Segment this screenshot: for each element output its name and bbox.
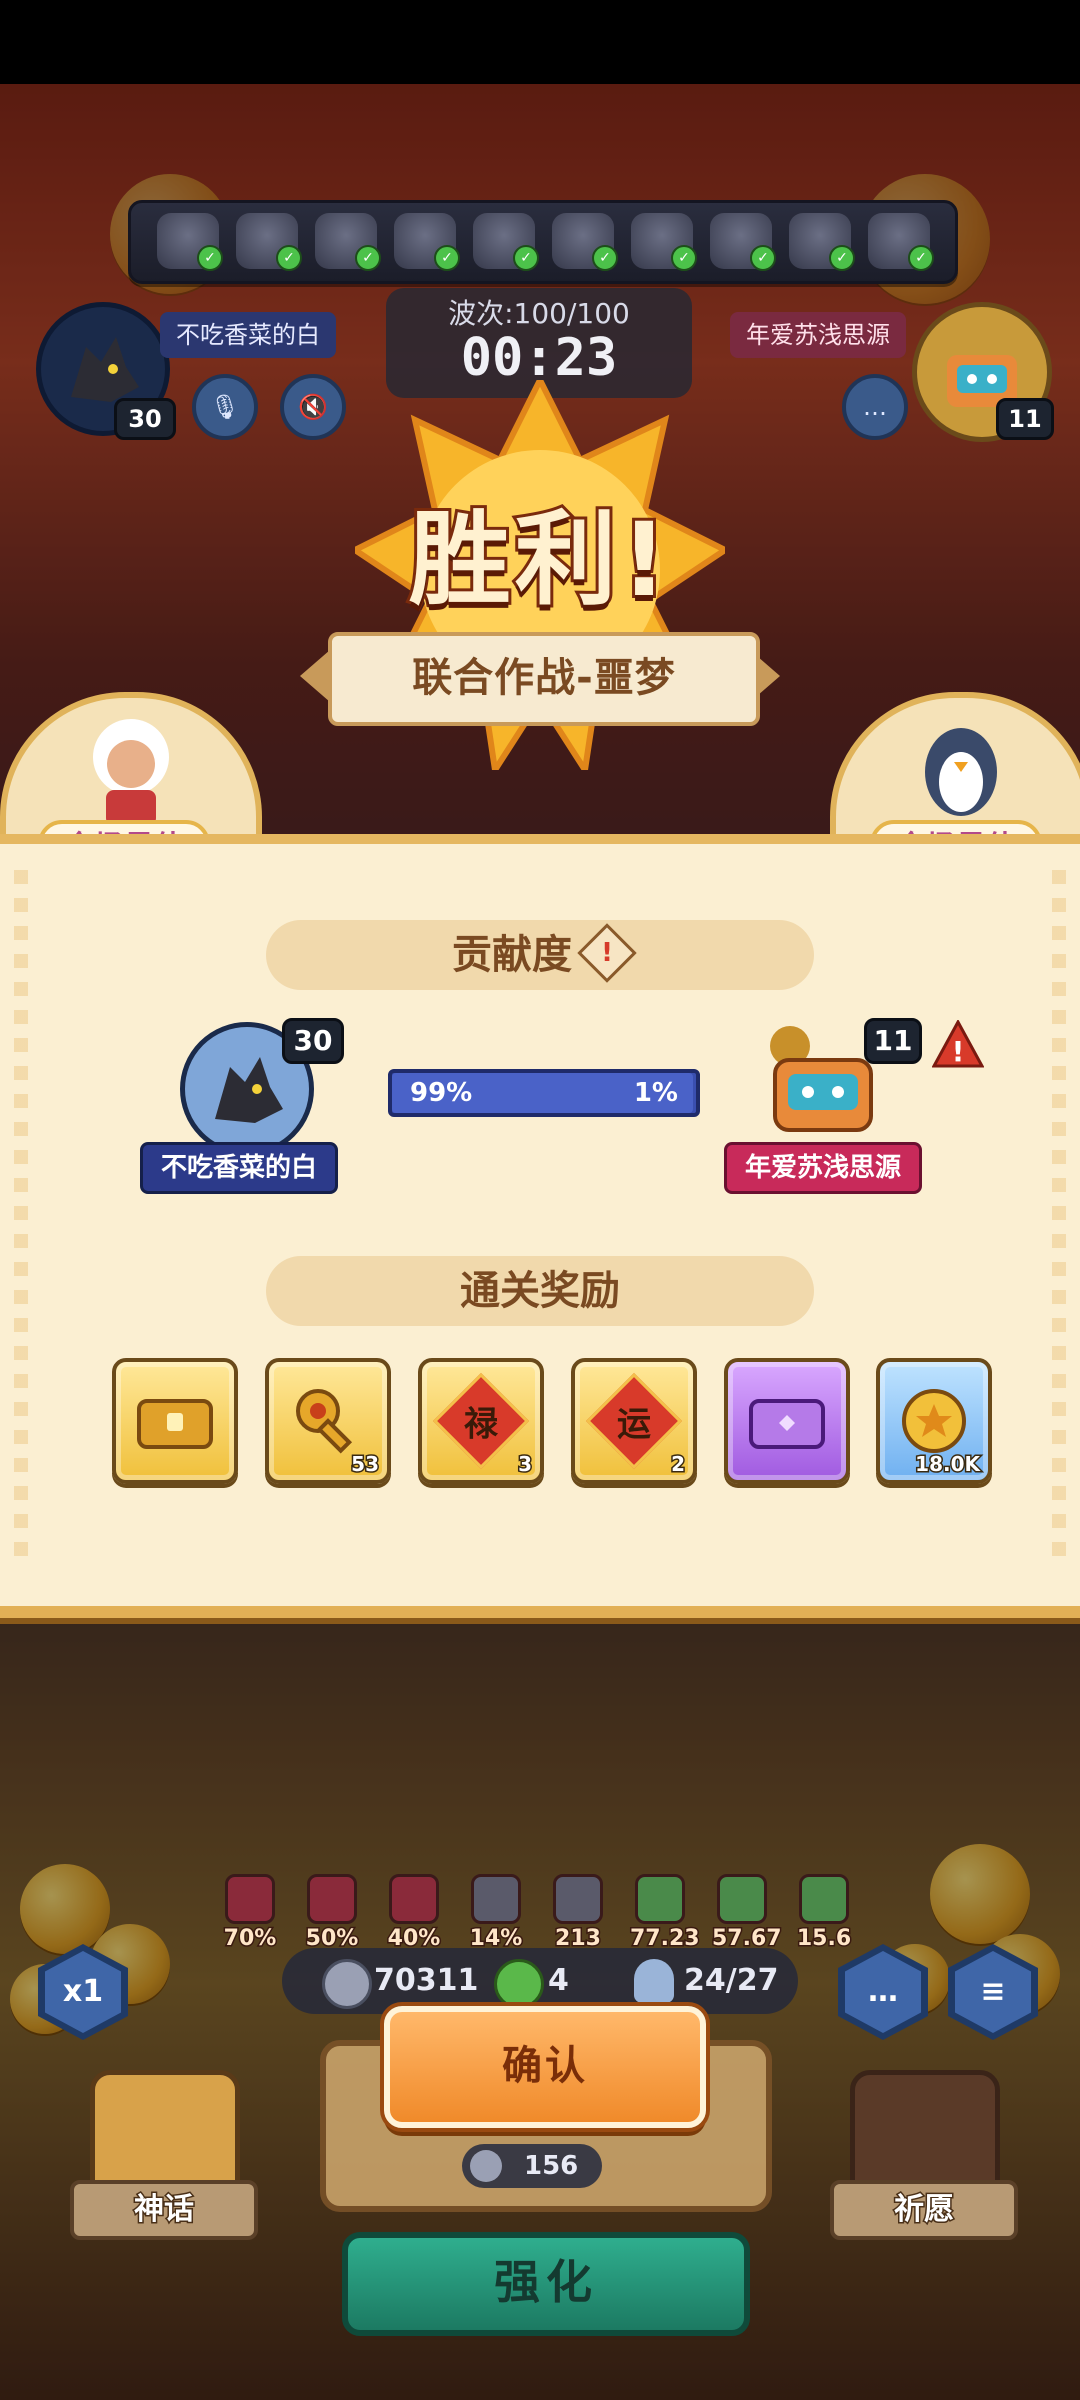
reward-glyph: 运 (617, 1404, 651, 1445)
stat-item: 40% (384, 1874, 444, 1953)
wave-label: 波次: (448, 297, 514, 330)
hero-slot: ✓ (394, 213, 460, 271)
purple-chest-icon (749, 1399, 825, 1449)
warning-triangle-icon[interactable]: ! (932, 1020, 984, 1068)
cost-pill: 156 (462, 2144, 602, 2188)
stat-value: 15.6 (795, 1925, 852, 1953)
contrib-right-level: 11 (864, 1018, 922, 1064)
reward-key[interactable]: 53 (265, 1358, 391, 1484)
cost-value: 156 (524, 2151, 579, 2181)
key-icon (296, 1389, 353, 1454)
fist-icon (635, 1874, 685, 1924)
svg-text:!: ! (952, 1035, 965, 1068)
hero-slot: ✓ (473, 213, 539, 271)
contribution-header: 贡献度! (266, 920, 814, 990)
ribbon-left-tail (300, 650, 330, 702)
strengthen-button[interactable]: 强化 (342, 2232, 750, 2336)
gold-chest-icon (137, 1399, 213, 1449)
hero-slot: ✓ (552, 213, 618, 271)
player-right-name: 年爱苏浅思源 (730, 312, 906, 358)
panel-left-trim (14, 870, 28, 1570)
hero-slot: ✓ (157, 213, 223, 271)
rewards-header: 通关奖励 (266, 1256, 814, 1326)
wish-button[interactable]: 祈愿 (830, 2180, 1018, 2240)
clover-icon (494, 1959, 544, 2009)
player-left-level: 30 (114, 398, 176, 440)
reward-purple-chest[interactable] (724, 1358, 850, 1484)
stat-item: 77.23 (629, 1874, 701, 1953)
chat-bubble-icon[interactable]: … (842, 374, 908, 440)
penguin-hero-icon (925, 728, 997, 816)
stat-item: 50% (302, 1874, 362, 1953)
reward-count: 53 (350, 1451, 381, 1478)
stat-item: 57.67 (711, 1874, 783, 1953)
menu-icon: ≡ (955, 1951, 1031, 2033)
gold-coin-icon (902, 1389, 966, 1453)
reward-lu-card[interactable]: 禄 3 (418, 1358, 544, 1484)
battle-timer: 00:23 (460, 328, 618, 388)
reward-gold-chest[interactable] (112, 1358, 238, 1484)
timer-icon (799, 1874, 849, 1924)
myth-button[interactable]: 神话 (70, 2180, 258, 2240)
contrib-right-name: 年爱苏浅思源 (724, 1142, 923, 1194)
hero-slot: ✓ (789, 213, 855, 271)
unit-count: 24/27 (684, 1963, 779, 1998)
stat-item: 15.6 (794, 1874, 854, 1953)
clover-amount: 4 (548, 1963, 569, 1998)
skull-icon (389, 1874, 439, 1924)
victory-title: 胜利! (406, 498, 672, 623)
reward-count: 3 (517, 1451, 534, 1478)
contribution-right-percent: 1% (633, 1078, 678, 1108)
hero-slot: ✓ (631, 213, 697, 271)
hero-slot: ✓ (315, 213, 381, 271)
silver-amount: 70311 (374, 1963, 479, 1998)
arrow-up-icon (717, 1874, 767, 1924)
reward-glyph: 禄 (464, 1404, 498, 1445)
voice-mute-icon[interactable]: 🎙 (192, 374, 258, 440)
contribution-title: 贡献度 (452, 932, 572, 978)
broken-heart-icon (471, 1874, 521, 1924)
info-icon[interactable]: ! (577, 923, 637, 983)
player-left-name: 不吃香菜的白 (160, 312, 336, 358)
heart-icon (225, 1874, 275, 1924)
confirm-button[interactable]: 确认 (384, 2006, 706, 2128)
contribution-bar: 99% 1% (388, 1069, 700, 1117)
stat-item: 70% (220, 1874, 280, 1953)
contrib-left-level: 30 (282, 1018, 344, 1064)
resource-bar: 70311 4 24/27 (282, 1948, 798, 2014)
panel-right-trim (1052, 870, 1066, 1570)
unit-icon (634, 1959, 674, 2003)
target-icon (307, 1874, 357, 1924)
speed-label: x1 (45, 1951, 121, 2033)
hero-slot: ✓ (868, 213, 934, 271)
speaker-mute-icon[interactable]: 🔇 (280, 374, 346, 440)
burst-icon (553, 1874, 603, 1924)
chat-icon: … (845, 1951, 921, 2033)
contrib-left-name: 不吃香菜的白 (140, 1142, 339, 1194)
stat-value: 70% (222, 1925, 278, 1953)
player-right-level: 11 (996, 398, 1054, 440)
stat-item: 14% (466, 1874, 526, 1953)
hero-slot: ✓ (236, 213, 302, 271)
hero-roster-bar: ✓ ✓ ✓ ✓ ✓ ✓ ✓ ✓ ✓ ✓ (128, 200, 958, 284)
reward-count: 18.0K (914, 1451, 982, 1478)
cat-girl-hero-icon (93, 719, 169, 826)
stat-item: 213 (548, 1874, 608, 1953)
reward-yun-card[interactable]: 运 2 (571, 1358, 697, 1484)
reward-count: 2 (670, 1451, 687, 1478)
game-mode-banner: 联合作战-噩梦 (328, 632, 760, 726)
contribution-left-percent: 99% (410, 1078, 473, 1108)
wave-counter: 波次:100/100 (386, 292, 692, 332)
silver-coin-icon (322, 1959, 372, 2009)
reward-gold-coin[interactable]: 18.0K (876, 1358, 992, 1484)
silver-coin-icon (470, 2150, 502, 2182)
hero-slot: ✓ (710, 213, 776, 271)
wave-value: 100/100 (513, 297, 630, 330)
